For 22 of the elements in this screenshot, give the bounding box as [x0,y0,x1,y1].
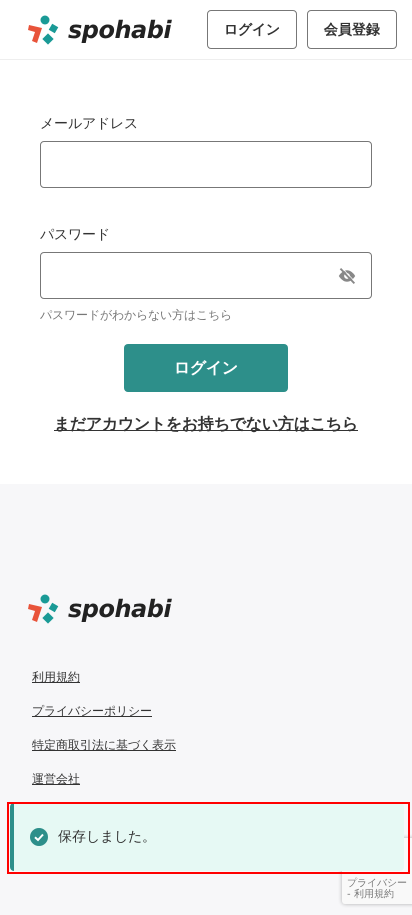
forgot-password-link[interactable]: パスワードがわからない方はこちら [40,307,232,324]
footer-link[interactable]: 特定商取引法に基づく表示 [32,737,176,754]
eye-off-icon[interactable] [337,266,357,284]
field-label: メールアドレス [40,115,139,133]
logo-text: spohabi [68,595,172,623]
register-button[interactable]: 会員登録 [307,10,397,49]
check-circle-icon [30,828,48,846]
login-submit-button[interactable]: ログイン [124,344,288,392]
login-button[interactable]: ログイン [207,10,297,49]
logo-icon [28,14,60,44]
logo-text: spohabi [68,16,172,44]
field-label: パスワード [40,226,111,244]
email-field[interactable] [40,141,372,188]
password-field[interactable] [40,252,372,299]
footer-link[interactable]: 利用規約 [32,669,80,686]
toast-message: 保存しました。 [58,828,156,846]
footer-link[interactable]: プライバシーポリシー [32,703,152,720]
footer-link[interactable]: 運営会社 [32,771,80,788]
logo-icon [28,594,60,624]
recaptcha-text: プライバシー [347,878,408,889]
recaptcha-text: - 利用規約 [347,889,395,900]
signup-link[interactable]: まだアカウントをお持ちでない方はこちら [54,414,358,435]
